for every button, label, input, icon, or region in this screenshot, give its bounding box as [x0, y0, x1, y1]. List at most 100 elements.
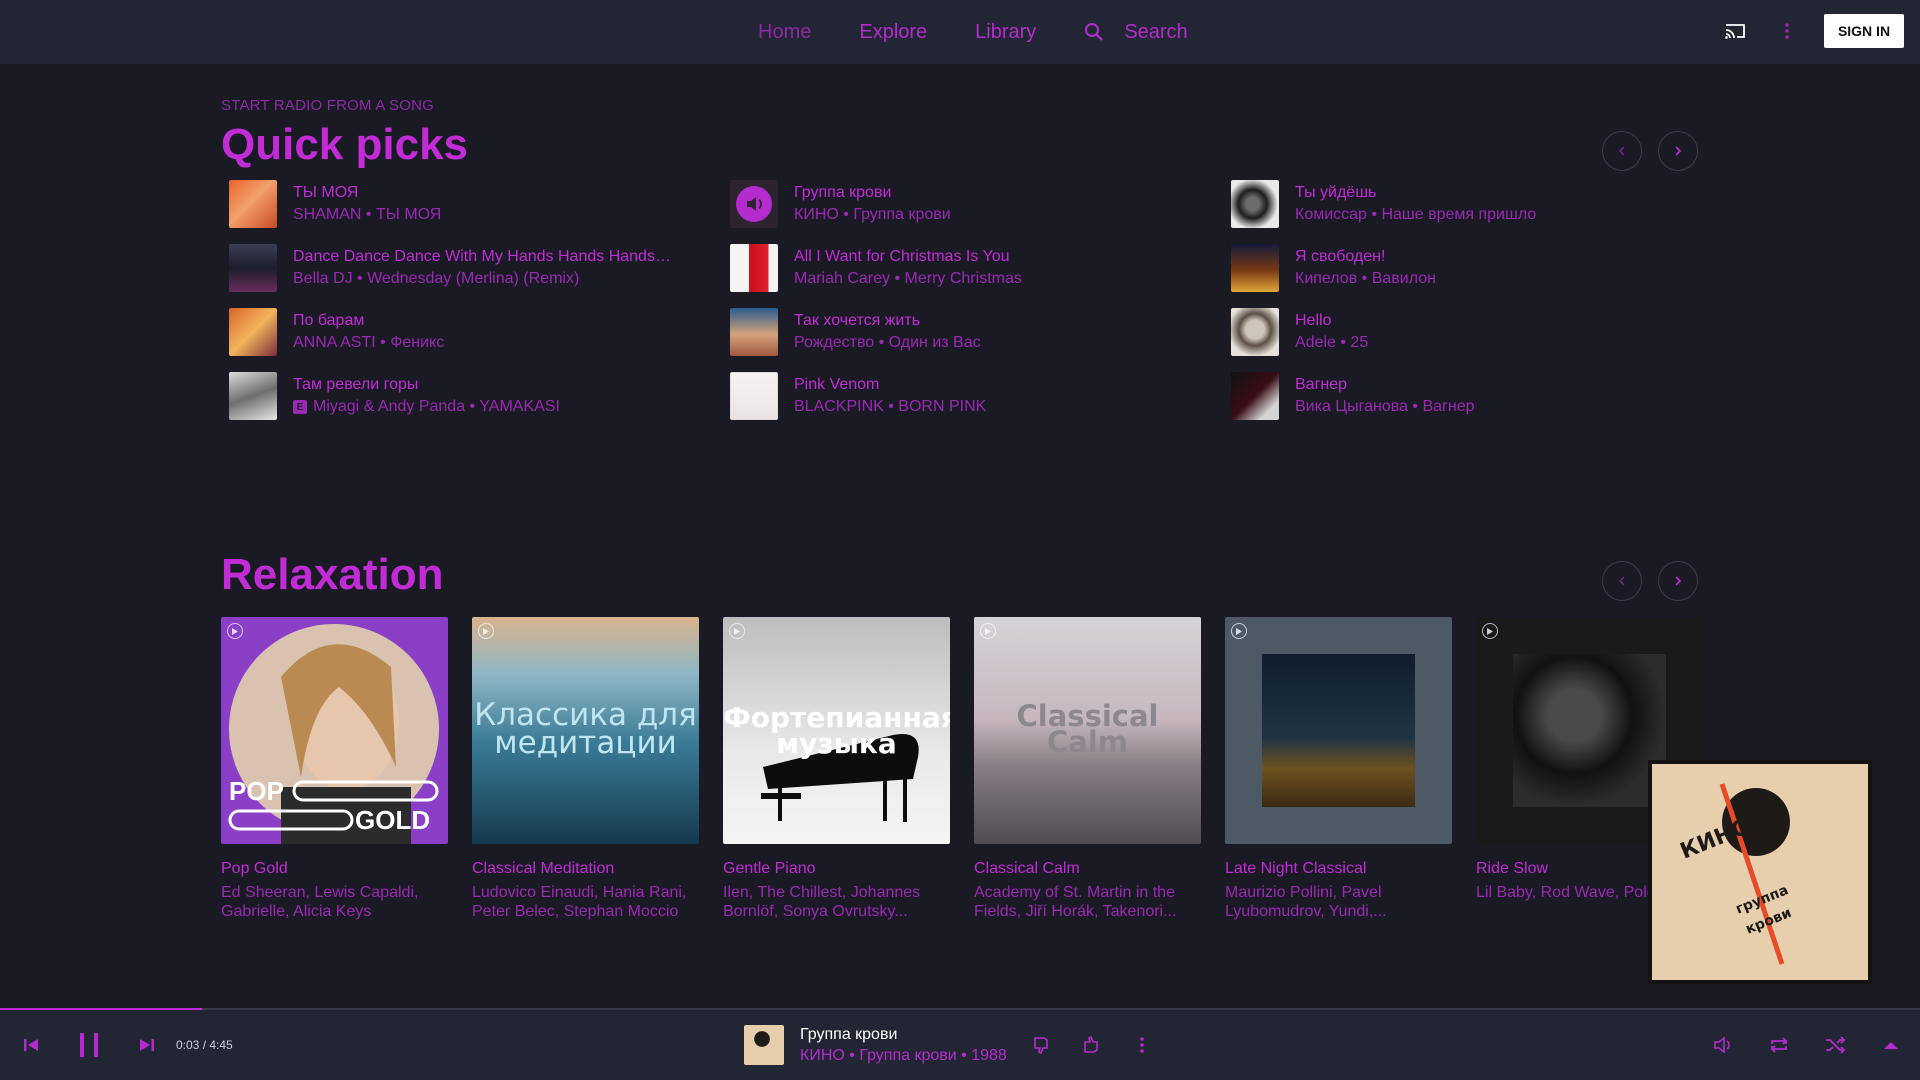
song-subtitle: SHAMAN • ТЫ МОЯ [293, 206, 442, 223]
quick-picks-title[interactable]: Quick picks [221, 120, 468, 170]
quick-pick-item[interactable]: По барам ANNA ASTI • Феникс [221, 308, 722, 356]
playlist-title[interactable]: Classical Meditation [472, 860, 699, 878]
top-right-actions: SIGN IN [1720, 14, 1904, 48]
playlist-card[interactable]: POP GOLD Pop Gold Ed Sheeran, Lewis Capa… [221, 617, 448, 921]
quick-pick-item[interactable]: Я свободен! Кипелов • Вавилон [1223, 244, 1701, 292]
next-button[interactable] [1658, 561, 1698, 601]
song-title[interactable]: All I Want for Christmas Is You [794, 248, 1022, 266]
song-title[interactable]: Ты уйдёшь [1295, 184, 1536, 202]
art-text: Фортепианная музыка [723, 704, 950, 760]
volume-button[interactable] [1708, 1030, 1738, 1060]
song-subtitle: Bella DJ • Wednesday (Merlina) (Remix) [293, 270, 580, 287]
chevron-right-icon [1675, 146, 1682, 156]
skip-next-icon [140, 1039, 154, 1051]
now-playing-thumbnail[interactable] [744, 1025, 784, 1065]
playlist-art: Классика для медитации [472, 617, 699, 844]
song-title[interactable]: Hello [1295, 312, 1368, 330]
quick-pick-item[interactable]: Группа крови КИНО • Группа крови [722, 180, 1223, 228]
nav-library[interactable]: Library [975, 21, 1036, 44]
now-playing-artwork[interactable]: КИНО группа крови [1648, 760, 1872, 984]
track-menu-button[interactable] [1127, 1030, 1157, 1060]
art-text: Classical Calm [974, 702, 1201, 759]
playlist-title[interactable]: Classical Calm [974, 860, 1201, 878]
play-badge[interactable] [980, 623, 996, 639]
song-subtitle: Кипелов • Вавилон [1295, 270, 1436, 287]
playlist-art: POP GOLD [221, 617, 448, 844]
play-badge[interactable] [227, 623, 243, 639]
quick-picks-nav [1602, 131, 1698, 171]
search-icon [1085, 23, 1104, 41]
play-badge[interactable] [1231, 623, 1247, 639]
track-subtitle[interactable]: КИНО • Группа крови • 1988 [800, 1047, 1007, 1065]
playlist-card[interactable]: Classical Calm Classical Calm Academy of… [974, 617, 1201, 921]
art-text-line: Calm [1046, 725, 1128, 759]
album-thumbnail [1231, 372, 1279, 420]
art-text-line: музыка [776, 727, 897, 760]
pause-button[interactable] [64, 1030, 114, 1060]
song-title[interactable]: Я свободен! [1295, 248, 1436, 266]
like-button[interactable] [1077, 1030, 1107, 1060]
nav-home[interactable]: Home [758, 21, 811, 44]
cast-button[interactable] [1720, 16, 1750, 46]
play-badge[interactable] [729, 623, 745, 639]
song-title[interactable]: Там ревели горы [293, 376, 560, 394]
next-button[interactable] [1658, 131, 1698, 171]
previous-button[interactable] [1602, 131, 1642, 171]
playlist-card[interactable]: Классика для медитации Classical Meditat… [472, 617, 699, 921]
song-subtitle: Рождество • Один из Вас [794, 334, 981, 351]
thumb-up-icon [1083, 1035, 1098, 1053]
now-playing-info: Группа крови КИНО • Группа крови • 1988 [744, 1010, 1157, 1080]
quick-pick-item[interactable]: Так хочется жить Рождество • Один из Вас [722, 308, 1223, 356]
repeat-button[interactable] [1764, 1030, 1794, 1060]
cast-icon [1725, 24, 1745, 39]
previous-track-button[interactable] [16, 1030, 46, 1060]
song-title[interactable]: По барам [293, 312, 444, 330]
playlist-title[interactable]: Pop Gold [221, 860, 448, 878]
song-title[interactable]: Вагнер [1295, 376, 1475, 394]
dislike-button[interactable] [1027, 1030, 1057, 1060]
quick-pick-item[interactable]: All I Want for Christmas Is You Mariah Ca… [722, 244, 1223, 292]
nav-explore[interactable]: Explore [859, 21, 927, 44]
song-subtitle: BLACKPINK • BORN PINK [794, 398, 987, 415]
play-badge[interactable] [478, 623, 494, 639]
expand-player-button[interactable] [1876, 1030, 1906, 1060]
quick-pick-item[interactable]: Ты уйдёшь Комиссар • Наше время пришло [1223, 180, 1701, 228]
song-subtitle: Комиссар • Наше время пришло [1295, 206, 1537, 223]
quick-pick-item[interactable]: Pink Venom BLACKPINK • BORN PINK [722, 372, 1223, 420]
search-button[interactable]: Search [1084, 21, 1188, 44]
playlist-artists: Ludovico Einaudi, Hania Rani, Peter Bele… [472, 884, 687, 920]
playlist-title[interactable]: Late Night Classical [1225, 860, 1452, 878]
play-icon [1487, 627, 1493, 635]
volume-playing-icon [736, 186, 772, 222]
quick-pick-item[interactable]: Dance Dance Dance With My Hands Hands Ha… [221, 244, 722, 292]
playlist-artists: Ilen, The Chillest, Johannes Bornlöf, So… [723, 884, 921, 920]
song-title[interactable]: ТЫ МОЯ [293, 184, 441, 202]
art-text: Классика для медитации [472, 700, 699, 759]
play-badge[interactable] [1482, 623, 1498, 639]
more-options-button[interactable] [1772, 16, 1802, 46]
portrait-photo [1513, 654, 1666, 807]
previous-button[interactable] [1602, 561, 1642, 601]
playlist-card[interactable]: Late Night Classical Maurizio Pollini, P… [1225, 617, 1452, 921]
song-title[interactable]: Группа крови [794, 184, 951, 202]
song-subtitle-text: Miyagi & Andy Panda • YAMAKASI [313, 398, 560, 415]
song-title[interactable]: Pink Venom [794, 376, 986, 394]
playlist-card[interactable]: Фортепианная музыка Gentle Piano Ilen, T… [723, 617, 950, 921]
song-title[interactable]: Так хочется жить [794, 312, 981, 330]
quick-pick-item[interactable]: Hello Adele • 25 [1223, 308, 1701, 356]
album-thumbnail [1231, 244, 1279, 292]
song-subtitle: Mariah Carey • Merry Christmas [794, 270, 1022, 287]
more-vert-icon [1139, 1037, 1144, 1053]
shuffle-button[interactable] [1820, 1030, 1850, 1060]
play-icon [232, 627, 238, 635]
quick-pick-item[interactable]: Там ревели горы E Miyagi & Andy Panda • YA… [221, 372, 722, 420]
relaxation-title[interactable]: Relaxation [221, 550, 444, 600]
quick-pick-item[interactable]: Вагнер Вика Цыганова • Вагнер [1223, 372, 1701, 420]
sign-in-button[interactable]: SIGN IN [1824, 14, 1904, 48]
song-subtitle: Вика Цыганова • Вагнер [1295, 398, 1475, 415]
next-track-button[interactable] [132, 1030, 162, 1060]
playlist-title[interactable]: Gentle Piano [723, 860, 950, 878]
track-title[interactable]: Группа крови [800, 1026, 1007, 1044]
quick-pick-item[interactable]: ТЫ МОЯ SHAMAN • ТЫ МОЯ [221, 180, 722, 228]
song-title[interactable]: Dance Dance Dance With My Hands Hands Ha… [293, 248, 673, 266]
